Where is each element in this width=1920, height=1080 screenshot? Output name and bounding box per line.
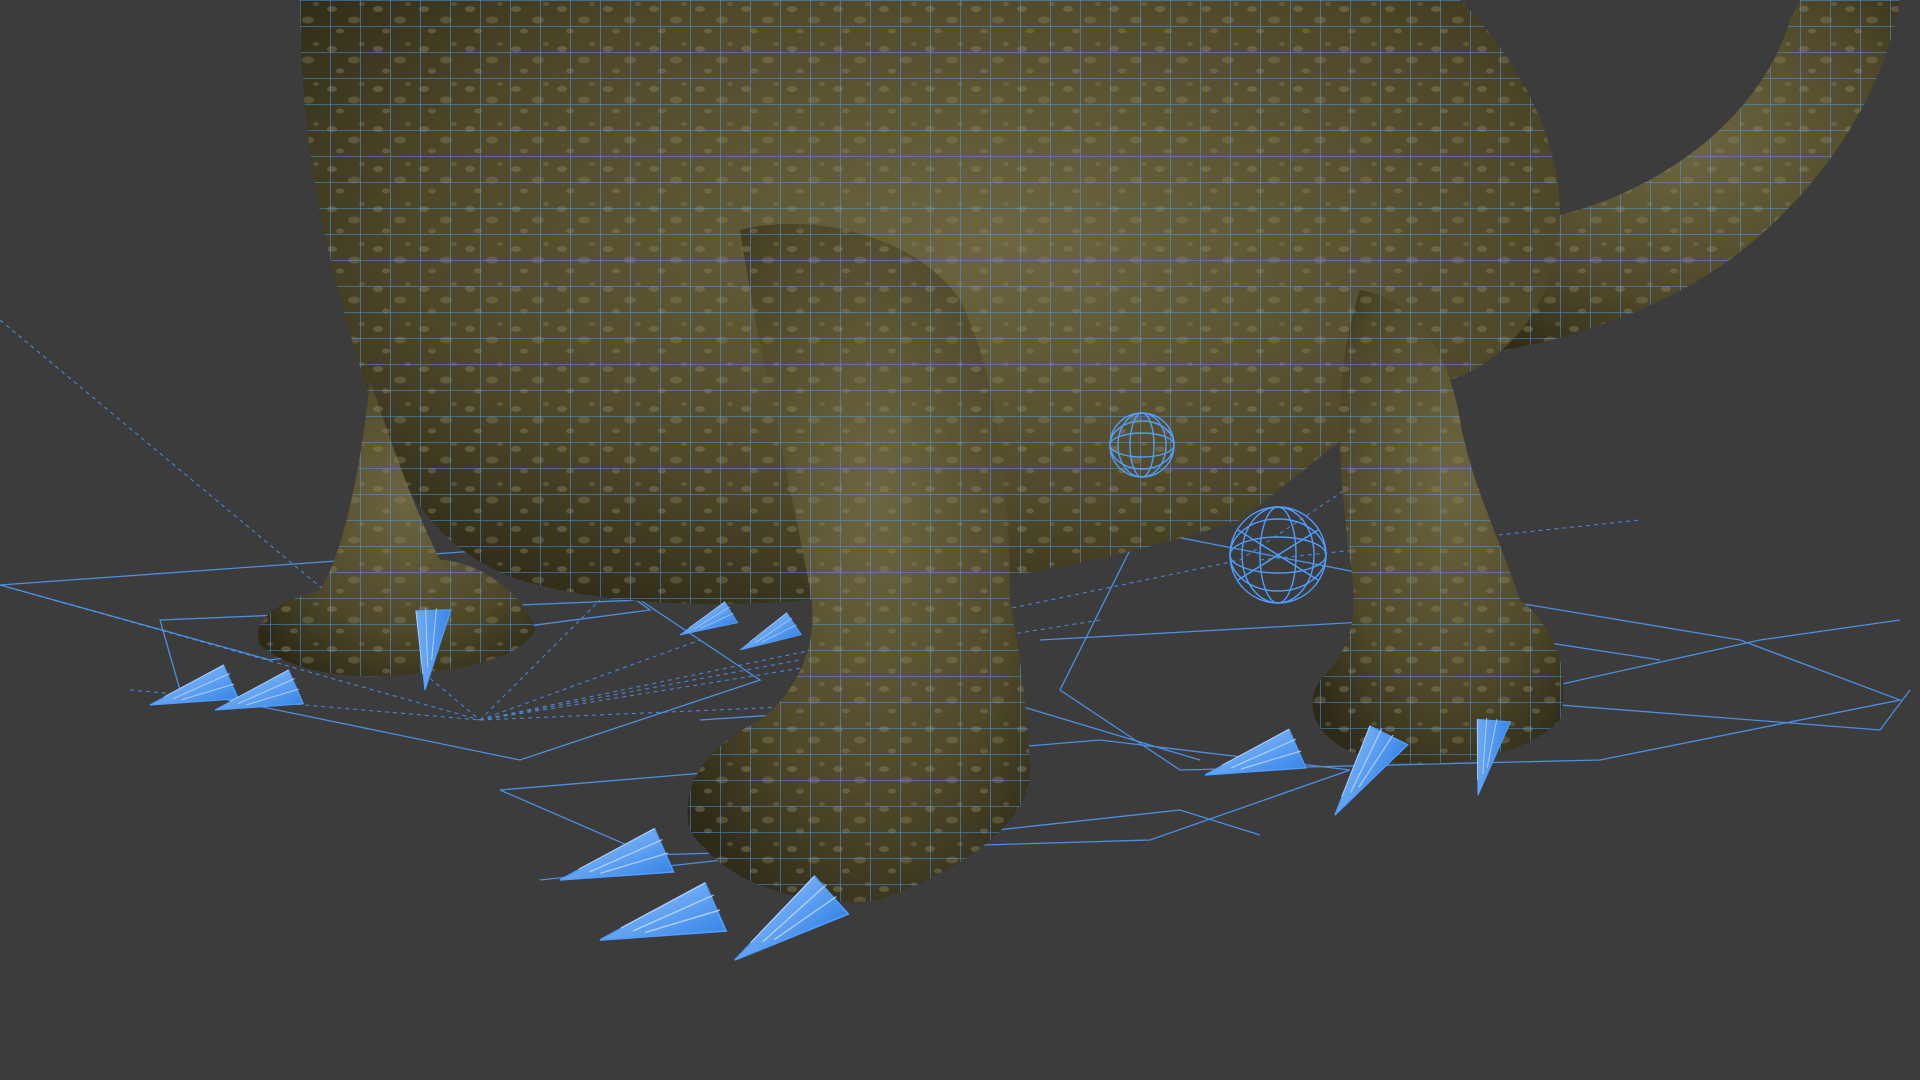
scene-canvas xyxy=(0,0,1911,961)
right-rear-leg xyxy=(1312,290,1564,764)
3d-viewport[interactable] xyxy=(0,0,1920,1080)
